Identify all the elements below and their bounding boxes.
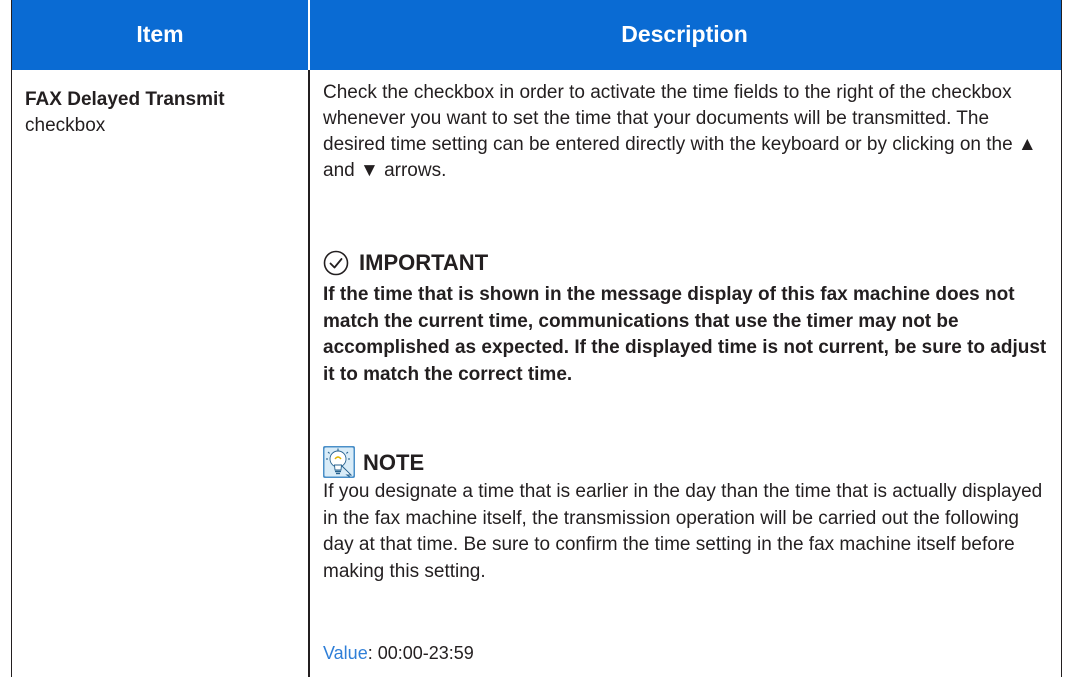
table-header: Item Description — [12, 0, 1061, 70]
important-title: IMPORTANT — [359, 250, 489, 275]
header-item: Item — [136, 21, 184, 47]
description-cell: Check the checkbox in order to activate … — [323, 80, 1051, 663]
header-description: Description — [621, 21, 748, 47]
lightbulb-icon — [323, 446, 355, 478]
item-cell: FAX Delayed Transmit checkbox — [25, 87, 300, 139]
value-line: Value: 00:00-23:59 — [323, 640, 474, 666]
item-name: FAX Delayed Transmit — [25, 89, 225, 110]
column-divider — [308, 70, 310, 677]
note-title: NOTE — [363, 450, 425, 475]
value-range: : 00:00-23:59 — [367, 643, 474, 663]
checkmark-circle-icon — [323, 250, 349, 276]
value-label: Value — [323, 643, 368, 663]
item-kind: checkbox — [25, 115, 106, 136]
important-body: If the time that is shown in the message… — [323, 284, 1047, 385]
settings-table: Item Description FAX Delayed Transmit ch… — [11, 0, 1062, 677]
description-text: Check the checkbox in order to activate … — [323, 82, 1037, 181]
note-body: If you designate a time that is earlier … — [323, 481, 1043, 582]
